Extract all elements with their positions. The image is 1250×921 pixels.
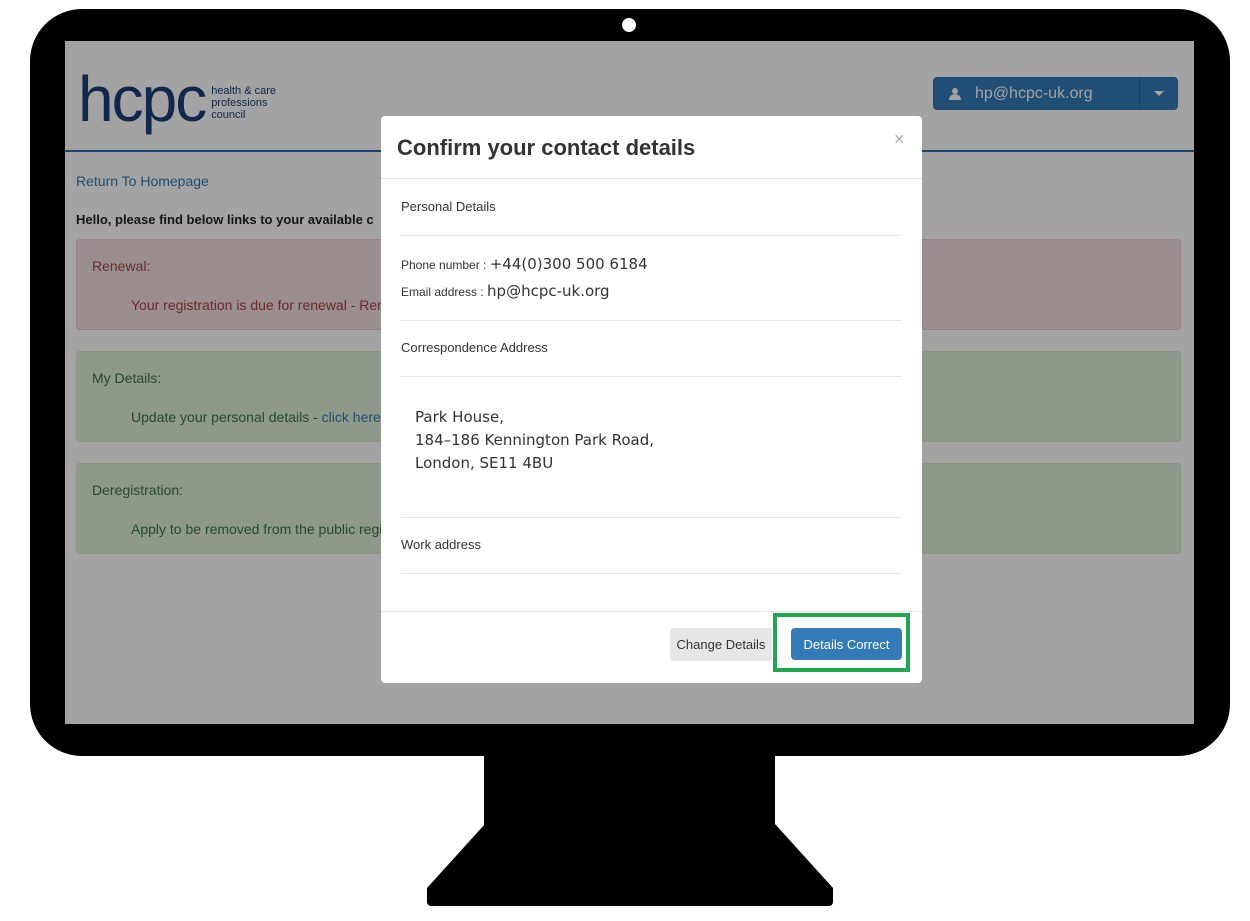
address-line-1: Park House,: [415, 408, 504, 426]
highlight-annotation: [773, 613, 910, 672]
correspondence-address: Park House, 184–186 Kennington Park Road…: [415, 406, 654, 475]
modal-title: Confirm your contact details: [397, 135, 696, 160]
phone-label: Phone number :: [401, 258, 490, 272]
address-line-2: 184–186 Kennington Park Road,: [415, 431, 654, 449]
email-label: Email address :: [401, 285, 488, 299]
monitor-stand-neck: [484, 754, 775, 826]
monitor-stand-base: [427, 824, 833, 906]
divider: [401, 573, 902, 574]
close-icon[interactable]: ×: [894, 130, 905, 148]
correspondence-address-label: Correspondence Address: [401, 340, 548, 355]
phone-value: +44(0)300 500 6184: [489, 255, 648, 273]
modal-footer-divider: [381, 611, 922, 612]
phone-row: Phone number : +44(0)300 500 6184: [401, 255, 648, 273]
email-value: hp@hcpc-uk.org: [487, 282, 610, 300]
divider: [401, 376, 902, 377]
email-row: Email address : hp@hcpc-uk.org: [401, 282, 610, 300]
webcam-dot: [622, 18, 636, 32]
divider: [401, 320, 902, 321]
address-line-3: London, SE11 4BU: [415, 454, 554, 472]
change-details-button[interactable]: Change Details: [670, 628, 772, 661]
personal-details-label: Personal Details: [401, 199, 496, 214]
divider: [401, 235, 902, 236]
confirm-contact-modal: Confirm your contact details × Personal …: [381, 116, 922, 683]
screen: hcpc health & care professions council h…: [65, 41, 1194, 724]
divider: [401, 517, 902, 518]
modal-header-divider: [381, 178, 922, 179]
work-address-label: Work address: [401, 537, 481, 552]
